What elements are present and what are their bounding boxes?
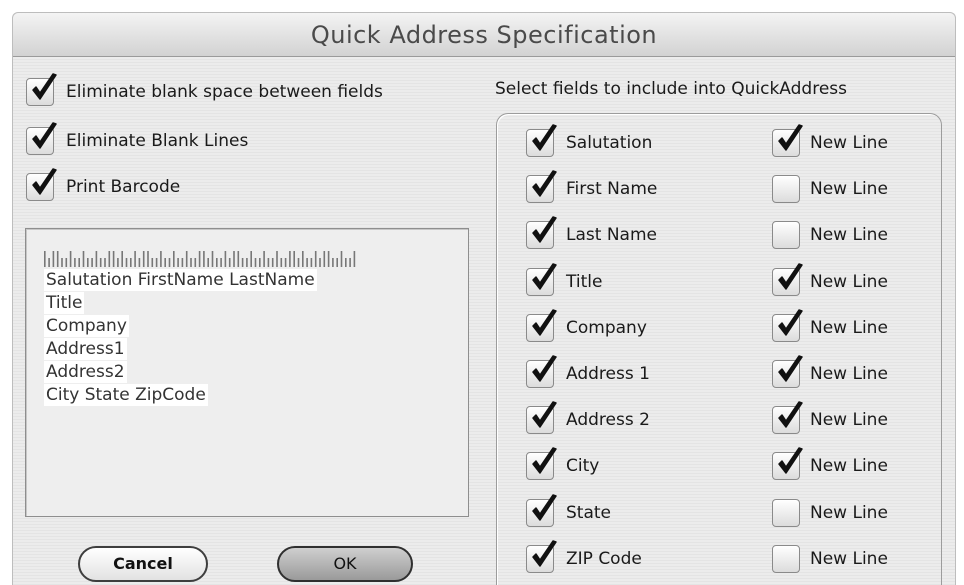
field-label-4: Title — [566, 271, 603, 292]
new-line-checkbox-6[interactable] — [772, 355, 803, 388]
checkmark-icon — [775, 494, 805, 526]
option-checkbox-3[interactable] — [26, 168, 57, 201]
preview-line: City State ZipCode — [44, 384, 208, 406]
field-label-1: Salutation — [566, 133, 653, 153]
checkmark-icon — [778, 309, 803, 336]
field-label-3: Last Name — [566, 225, 657, 246]
new-line-label-1: New Line — [810, 133, 888, 153]
option-checkbox-1[interactable] — [26, 73, 57, 106]
new-line-checkbox-9[interactable] — [772, 498, 800, 527]
checkmark-icon — [775, 216, 805, 248]
field-include-checkbox-8[interactable] — [526, 447, 557, 481]
address-preview: Salutation FirstName LastName Title Compan… — [25, 228, 469, 517]
new-line-checkbox-5[interactable] — [772, 309, 803, 342]
checkmark-icon — [778, 447, 803, 475]
checkmark-icon — [32, 73, 57, 100]
new-line-checkbox-10[interactable] — [772, 544, 800, 573]
new-line-label-4: New Line — [810, 271, 888, 292]
checkmark-icon — [532, 309, 557, 336]
new-line-checkbox-7[interactable] — [772, 401, 803, 435]
field-label-9: State — [566, 502, 611, 523]
new-line-label-7: New Line — [810, 410, 888, 431]
checkmark-icon — [32, 122, 57, 149]
new-line-label-9: New Line — [810, 502, 888, 523]
preview-line: Address2 — [44, 361, 127, 383]
checkmark-icon — [32, 168, 57, 195]
checkmark-icon — [532, 540, 557, 567]
dialog-titlebar: Quick Address Specification — [13, 13, 955, 57]
new-line-checkbox-8[interactable] — [772, 447, 803, 481]
field-include-checkbox-1[interactable] — [526, 124, 557, 157]
field-include-checkbox-10[interactable] — [526, 540, 557, 573]
fields-group-title: Select fields to include into QuickAddre… — [495, 79, 847, 99]
field-include-checkbox-5[interactable] — [526, 309, 557, 342]
new-line-label-5: New Line — [810, 317, 888, 338]
preview-line: Salutation FirstName LastName — [44, 269, 317, 291]
new-line-label-6: New Line — [810, 364, 888, 384]
checkmark-icon — [532, 355, 557, 382]
new-line-label-2: New Line — [810, 179, 888, 200]
new-line-label-10: New Line — [810, 548, 888, 569]
checkmark-icon — [532, 401, 557, 428]
checkmark-icon — [775, 170, 805, 202]
new-line-label-8: New Line — [810, 456, 888, 477]
new-line-checkbox-3[interactable] — [772, 221, 800, 250]
checkmark-icon — [532, 447, 557, 475]
option-label-3: Print Barcode — [66, 177, 181, 197]
field-label-6: Address 1 — [566, 364, 650, 384]
cancel-button[interactable]: Cancel — [78, 546, 208, 582]
field-label-5: Company — [566, 317, 647, 338]
field-include-checkbox-7[interactable] — [526, 401, 557, 435]
barcode-preview — [44, 251, 356, 267]
field-include-checkbox-2[interactable] — [526, 170, 557, 204]
new-line-checkbox-2[interactable] — [772, 175, 800, 204]
field-label-10: ZIP Code — [566, 548, 642, 569]
field-include-checkbox-6[interactable] — [526, 355, 557, 388]
field-include-checkbox-9[interactable] — [526, 493, 557, 527]
field-label-8: City — [566, 456, 600, 477]
new-line-checkbox-4[interactable] — [772, 262, 803, 296]
preview-line: Title — [44, 292, 85, 314]
quick-address-dialog: Quick Address Specification Eliminate bl… — [12, 12, 956, 585]
checkmark-icon — [778, 355, 803, 382]
option-label-2: Eliminate Blank Lines — [66, 131, 249, 151]
dialog-title: Quick Address Specification — [310, 21, 658, 49]
new-line-label-3: New Line — [810, 225, 888, 246]
new-line-checkbox-1[interactable] — [772, 124, 803, 157]
checkmark-icon — [532, 493, 557, 521]
checkmark-icon — [532, 124, 557, 151]
field-label-7: Address 2 — [566, 410, 650, 431]
checkmark-icon — [778, 401, 803, 428]
checkmark-icon — [532, 262, 557, 290]
preview-line: Address1 — [44, 338, 127, 360]
checkmark-icon — [778, 124, 803, 151]
ok-button[interactable]: OK — [277, 546, 413, 582]
option-label-1: Eliminate blank space between fields — [66, 82, 383, 102]
option-checkbox-2[interactable] — [26, 122, 57, 155]
field-include-checkbox-3[interactable] — [526, 216, 557, 250]
preview-line: Company — [44, 315, 129, 337]
checkmark-icon — [775, 540, 805, 572]
checkmark-icon — [778, 262, 803, 290]
checkmark-icon — [532, 170, 557, 197]
field-include-checkbox-4[interactable] — [526, 262, 557, 296]
field-label-2: First Name — [566, 179, 658, 200]
checkmark-icon — [532, 216, 557, 244]
